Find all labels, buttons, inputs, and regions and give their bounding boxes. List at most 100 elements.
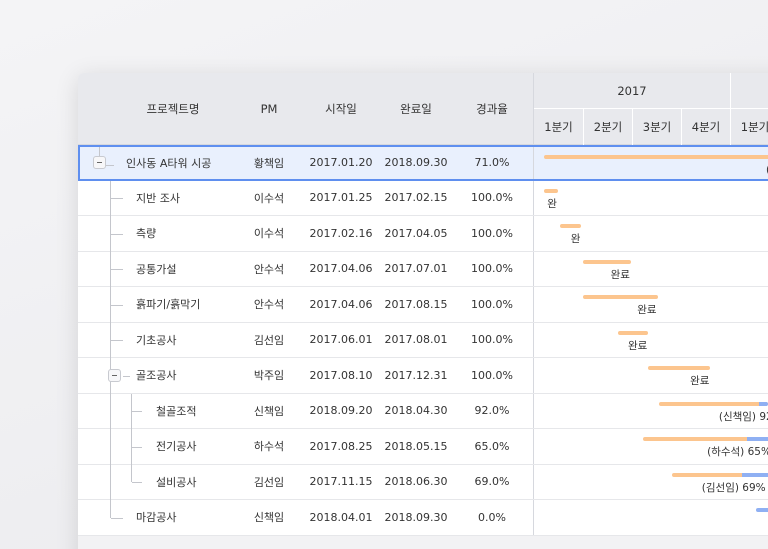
table-row[interactable]: 흙파기/흙막기 안수석 2017.04.06 2017.08.15 100.0% 완료 [78, 287, 768, 323]
gantt-cell [533, 500, 768, 535]
timeline-quarter: 1분기 [730, 109, 768, 145]
gantt-bar[interactable] [583, 259, 631, 264]
end-date-cell: 2018.06.30 [384, 475, 448, 489]
col-header-start[interactable]: 시작일 [303, 73, 379, 145]
table-row[interactable]: 마감공사 신책임 2018.04.01 2018.09.30 0.0% [78, 500, 768, 536]
tree-line [132, 446, 142, 448]
tree-line [106, 164, 114, 166]
gantt-bar-label: 완료 [637, 304, 657, 316]
gantt-cell: (황책임) 71% 진행 [533, 147, 768, 179]
start-date-cell: 2017.02.16 [309, 226, 373, 240]
end-date-cell: 2017.02.15 [384, 191, 448, 205]
col-header-rate[interactable]: 경과율 [456, 73, 528, 145]
project-name[interactable]: 흙파기/흙막기 [136, 287, 248, 322]
end-date-cell: 2017.12.31 [384, 368, 448, 382]
start-date-cell: 2017.04.06 [309, 297, 373, 311]
end-date-cell: 2017.07.01 [384, 262, 448, 276]
rate-cell: 65.0% [474, 439, 510, 453]
pm-cell: 안수석 [253, 298, 285, 312]
project-name[interactable]: 마감공사 [136, 500, 248, 535]
rate-cell: 92.0% [474, 404, 510, 418]
gantt-bar[interactable] [755, 508, 768, 512]
gantt-bar[interactable] [618, 330, 649, 335]
end-date-cell: 2017.08.15 [384, 297, 448, 311]
end-date-cell: 2018.05.15 [384, 439, 448, 453]
table-row[interactable]: 전기공사 하수석 2017.08.25 2018.05.15 65.0% (하수석) 65… [78, 429, 768, 465]
start-date-cell: 2018.04.01 [309, 510, 373, 524]
gantt-bar[interactable] [559, 224, 582, 228]
table-row[interactable]: 골조공사 박주임 2017.08.10 2017.12.31 100.0% 완료 [78, 358, 768, 394]
pm-cell: 황책임 [253, 156, 285, 170]
table-row[interactable]: 지반 조사 이수석 2017.01.25 2017.02.15 100.0% 완 [78, 180, 768, 216]
project-name[interactable]: 지반 조사 [136, 181, 248, 216]
rate-cell: 100.0% [471, 262, 513, 276]
gantt-bar[interactable] [583, 295, 658, 299]
table-row[interactable]: 인사동 A타워 시공 황책임 2017.01.20 2018.09.30 71.0% (황… [78, 145, 768, 181]
tree-line [110, 464, 111, 500]
start-date-cell: 2017.04.06 [309, 262, 373, 276]
pm-cell: 하수석 [253, 440, 285, 454]
project-name[interactable]: 인사동 A타워 시공 [126, 147, 248, 179]
pm-cell: 신책임 [253, 511, 285, 525]
project-name[interactable]: 골조공사 [136, 358, 248, 393]
rate-cell: 100.0% [471, 226, 513, 240]
project-name[interactable]: 공통가설 [136, 252, 248, 287]
gantt-bar[interactable] [658, 401, 768, 406]
table-row[interactable]: 측량 이수석 2017.02.16 2017.04.05 100.0% 완 [78, 216, 768, 252]
pm-cell: 김선임 [253, 333, 285, 347]
project-name[interactable]: 기초공사 [136, 323, 248, 358]
gantt-cell: 완료 [533, 358, 768, 393]
pm-cell: 안수석 [253, 262, 285, 276]
grid-footer [78, 536, 768, 549]
end-date-cell: 2017.08.01 [384, 333, 448, 347]
timeline-year: 2017 [534, 73, 730, 109]
tree-line [111, 198, 123, 200]
tree-line [111, 304, 123, 306]
project-name[interactable]: 전기공사 [156, 429, 248, 464]
timeline-header: 2017 1분기 2분기 3분기 4분기 1분기 [533, 73, 768, 145]
gantt-bar[interactable] [672, 472, 768, 477]
end-date-cell: 2017.04.05 [384, 226, 448, 240]
project-name[interactable]: 설비공사 [156, 465, 248, 500]
gantt-bar-label: 완료 [690, 375, 710, 387]
rate-cell: 100.0% [471, 297, 513, 311]
gantt-bar-label: 완료 [610, 268, 630, 281]
start-date-cell: 2017.11.15 [309, 475, 373, 489]
start-date-cell: 2017.08.25 [309, 439, 373, 453]
end-date-cell: 2018.04.30 [384, 404, 448, 418]
tree-line [99, 147, 100, 156]
tree-line [110, 393, 111, 429]
timeline-year [730, 73, 768, 109]
gantt-cell: 완료 [533, 287, 768, 322]
gantt-grid: 프로젝트명 PM 시작일 완료일 경과율 2017 1분기 2분기 3분기 4분기 1분기… [78, 73, 768, 549]
gantt-bar[interactable] [544, 155, 768, 159]
col-header-pm[interactable]: PM [238, 73, 300, 145]
collapse-toggle[interactable] [93, 156, 106, 170]
gantt-bar-label: (김선임) 69% 진행 [701, 481, 768, 494]
pm-cell: 박주임 [253, 369, 285, 383]
project-name[interactable]: 측량 [136, 216, 248, 251]
gantt-bar[interactable] [544, 188, 558, 193]
table-row[interactable]: 기초공사 김선임 2017.06.01 2017.08.01 100.0% 완료 [78, 322, 768, 358]
gantt-bar-label: (신책임) 92% 진행 [718, 410, 768, 423]
pm-cell: 김선임 [253, 475, 285, 489]
gantt-bar[interactable] [643, 437, 768, 441]
gantt-bar-remaining [741, 472, 768, 477]
table-row[interactable]: 설비공사 김선임 2017.11.15 2018.06.30 69.0% (김선임) 69… [78, 464, 768, 500]
gantt-cell: 완 [533, 180, 768, 215]
start-date-cell: 2017.08.10 [309, 368, 373, 382]
gantt-bar-label: 완료 [628, 339, 648, 352]
collapse-toggle[interactable] [108, 368, 121, 382]
col-header-end[interactable]: 완료일 [378, 73, 454, 145]
tree-line [110, 500, 111, 518]
table-row[interactable]: 철골조적 신책임 2018.09.20 2018.04.30 92.0% (신책임) 92… [78, 393, 768, 429]
gantt-bar[interactable] [648, 366, 711, 370]
timeline-quarter: 1분기 [544, 120, 573, 134]
gantt-cell: (신책임) 92% 진행 [533, 393, 768, 428]
start-date-cell: 2017.06.01 [309, 333, 373, 347]
project-name[interactable]: 철골조적 [156, 394, 248, 429]
table-row[interactable]: 공통가설 안수석 2017.04.06 2017.07.01 100.0% 완료 [78, 251, 768, 287]
gantt-cell: 완 [533, 216, 768, 251]
gantt-cell: (하수석) 65% 진행 [533, 429, 768, 464]
end-date-cell: 2018.09.30 [384, 156, 448, 170]
